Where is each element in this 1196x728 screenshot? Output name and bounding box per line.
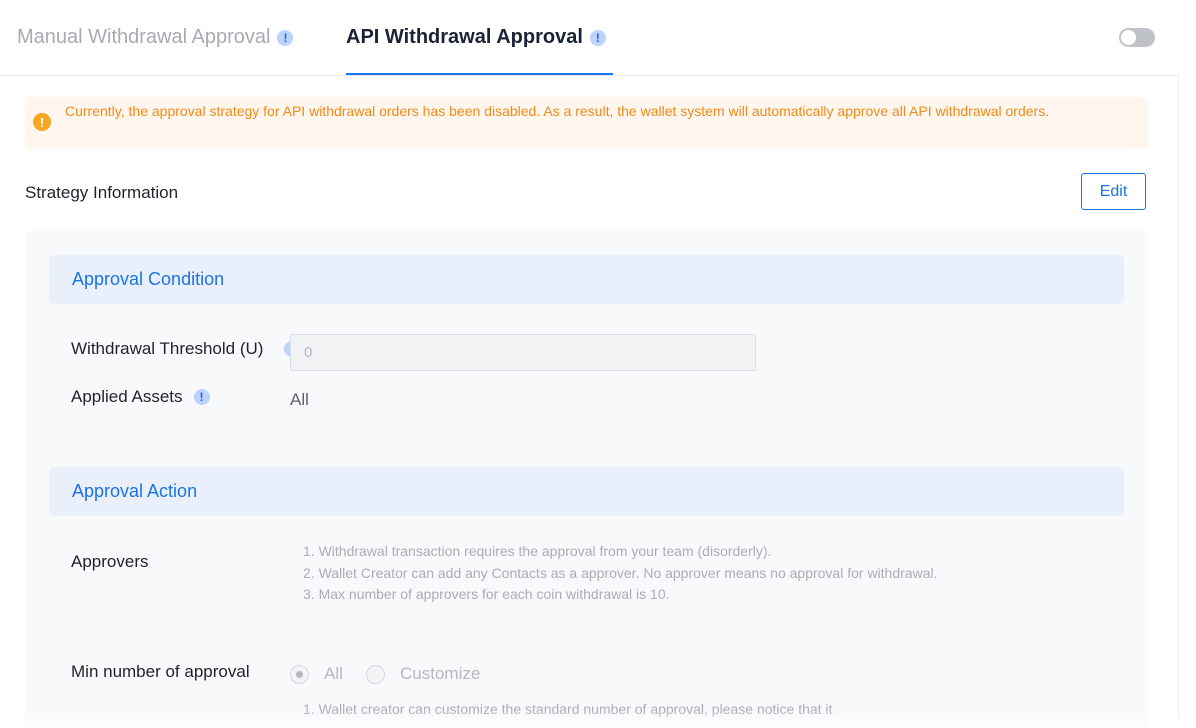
- tab-label: Manual Withdrawal Approval: [17, 26, 271, 48]
- threshold-input[interactable]: [290, 334, 756, 371]
- applied-assets-value: All: [290, 390, 309, 409]
- scrollbar-track[interactable]: [1178, 76, 1196, 728]
- disabled-strategy-alert: ! Currently, the approval strategy for A…: [25, 97, 1148, 149]
- radio-circle: [290, 664, 309, 684]
- info-icon[interactable]: !: [277, 29, 294, 46]
- approval-condition-header: Approval Condition: [49, 255, 1124, 304]
- approval-condition-title: Approval Condition: [72, 269, 225, 289]
- bottom-fade: [0, 710, 1196, 728]
- min-approval-label-text: Min number of approval: [71, 662, 250, 681]
- toggle-knob: [1121, 30, 1136, 45]
- radio-label: All: [324, 664, 343, 683]
- radio-customize[interactable]: Customize: [366, 664, 480, 684]
- edit-button[interactable]: Edit: [1081, 173, 1146, 210]
- threshold-label: Withdrawal Threshold (U): [71, 339, 263, 359]
- approvers-label-text: Approvers: [71, 552, 149, 571]
- tab-api-withdrawal-approval[interactable]: API Withdrawal Approval !: [346, 26, 606, 49]
- radio-label: Customize: [400, 664, 481, 683]
- radio-circle: [366, 664, 385, 684]
- api-approval-toggle[interactable]: [1119, 28, 1155, 47]
- tab-label: API Withdrawal Approval: [346, 26, 583, 48]
- tab-bar: Manual Withdrawal Approval ! API Withdra…: [0, 0, 1178, 76]
- min-approval-label: Min number of approval: [71, 662, 250, 682]
- approvers-label: Approvers: [71, 552, 148, 572]
- warning-icon: !: [33, 113, 51, 131]
- alert-message: Currently, the approval strategy for API…: [65, 103, 1050, 119]
- radio-all[interactable]: All: [290, 664, 343, 684]
- hint-line: 1. Withdrawal transaction requires the a…: [303, 543, 772, 559]
- hint-line: 2. Wallet Creator can add any Contacts a…: [303, 564, 938, 581]
- approvers-hints: 1. Withdrawal transaction requires the a…: [303, 541, 943, 606]
- approval-action-header: Approval Action: [49, 467, 1124, 516]
- hint-line: 3. Max number of approvers for each coin…: [303, 586, 670, 602]
- approval-action-title: Approval Action: [72, 481, 198, 501]
- section-title: Strategy Information: [25, 183, 179, 202]
- threshold-label-text: Withdrawal Threshold (U): [71, 339, 264, 358]
- tab-manual-withdrawal-approval[interactable]: Manual Withdrawal Approval !: [17, 26, 294, 49]
- info-icon[interactable]: !: [589, 29, 606, 46]
- active-tab-indicator: [346, 73, 613, 75]
- info-icon[interactable]: !: [193, 389, 210, 405]
- applied-assets-label: Applied Assets !: [71, 387, 210, 407]
- applied-assets-label-text: Applied Assets: [71, 387, 183, 406]
- strategy-panel: Approval Condition Withdrawal Threshold …: [25, 231, 1148, 728]
